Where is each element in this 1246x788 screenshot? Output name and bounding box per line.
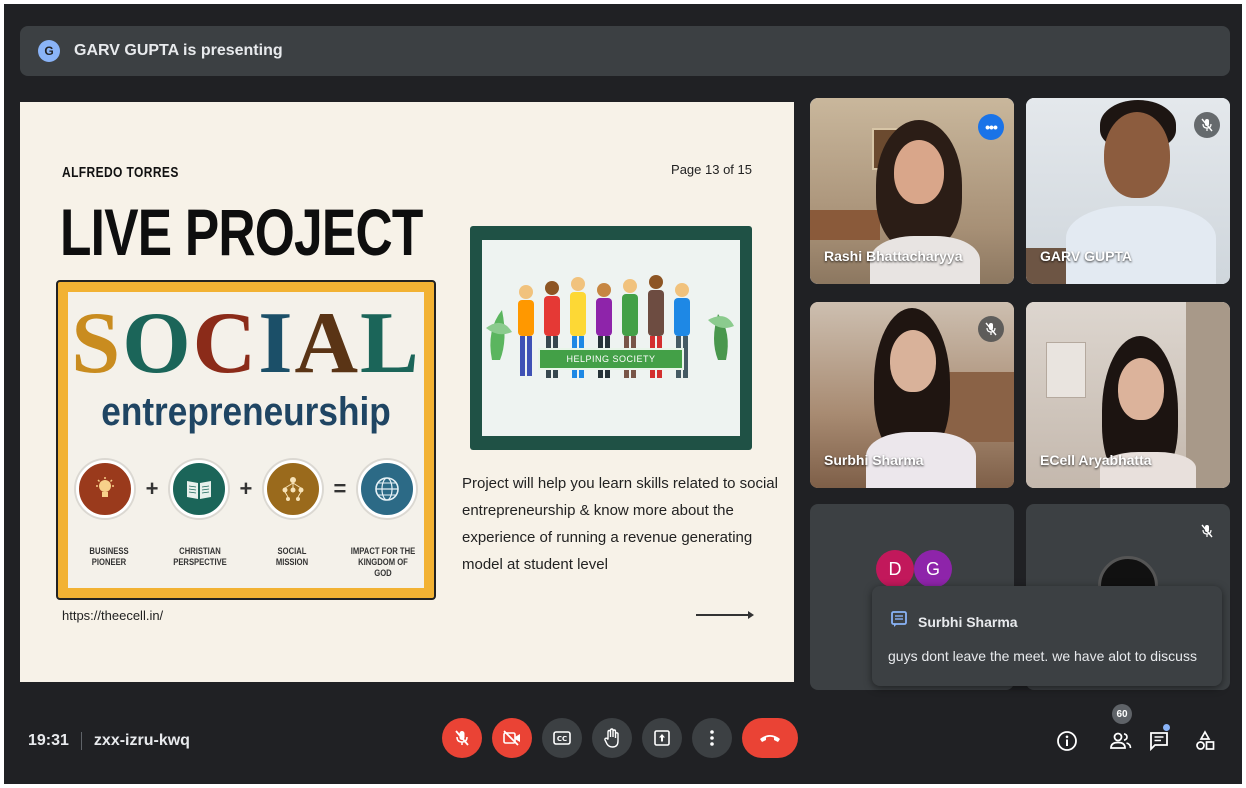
divider: [80, 732, 82, 750]
people-button[interactable]: [1108, 728, 1134, 754]
social-word: SOCIAL: [71, 295, 421, 392]
participants-count-badge: 60: [1112, 704, 1132, 724]
chat-message: guys dont leave the meet. we have alot t…: [888, 648, 1197, 664]
chat-sender: Surbhi Sharma: [918, 613, 1018, 630]
concept-labels: BUSINESS PIONEER CHRISTIAN PERSPECTIVE SOC…: [70, 546, 422, 579]
concept-label: CHRISTIAN PERSPECTIVE: [173, 546, 228, 567]
end-call-icon: [760, 735, 780, 742]
entrepreneurship-word: entrepreneurship: [101, 390, 391, 434]
slide-title: LIVE PROJECT: [60, 195, 423, 269]
presentation-slide: ALFREDO TORRES Page 13 of 15 LIVE PROJEC…: [20, 102, 794, 682]
mic-off-icon: [1194, 518, 1220, 544]
more-vert-icon: [710, 730, 714, 746]
participant-name: Surbhi Sharma: [824, 452, 924, 468]
participant-name: ECell Aryabhatta: [1040, 452, 1152, 468]
chat-icon: [1150, 732, 1168, 752]
raise-hand-button[interactable]: [592, 718, 632, 758]
mic-off-button[interactable]: [442, 718, 482, 758]
participant-tile-ecell[interactable]: ECell Aryabhatta: [1026, 302, 1230, 488]
slide-author: ALFREDO TORRES: [62, 164, 179, 181]
present-button[interactable]: [642, 718, 682, 758]
captions-icon: CC: [553, 731, 571, 745]
presenter-avatar: G: [38, 40, 60, 62]
mic-off-icon: [455, 730, 469, 746]
presenting-banner: G GARV GUPTA is presenting: [20, 26, 1230, 76]
call-controls: CC: [442, 718, 808, 758]
concept-label: SOCIAL MISSION: [275, 546, 308, 567]
camera-off-icon: [503, 730, 520, 746]
chat-message-icon: [890, 610, 908, 633]
concept-label: IMPACT FOR THE KINGDOM OF GOD: [350, 546, 416, 578]
book-icon: [169, 460, 228, 518]
avatar-g: G: [914, 550, 952, 588]
activities-button[interactable]: [1192, 728, 1218, 754]
network-icon: [263, 460, 322, 518]
participant-name: GARV GUPTA: [1040, 248, 1133, 264]
participant-name: Rashi Bhattacharyya: [824, 248, 963, 264]
people-icon: [1110, 732, 1132, 749]
slide-description: Project will help you learn skills relat…: [462, 475, 778, 573]
social-entrepreneurship-image: SOCIAL entrepreneurship + + = BUSINESS P…: [56, 280, 436, 600]
new-message-dot: [1163, 724, 1170, 731]
participant-tile-garv[interactable]: GARV GUPTA: [1026, 98, 1230, 284]
more-options-button[interactable]: [692, 718, 732, 758]
svg-text:CC: CC: [557, 735, 567, 743]
camera-off-button[interactable]: [492, 718, 532, 758]
mic-off-icon: [1194, 112, 1220, 138]
end-call-button[interactable]: [742, 718, 798, 758]
plus-sign: +: [239, 476, 253, 501]
avatar-d: D: [876, 550, 914, 588]
meeting-info-button[interactable]: [1054, 728, 1080, 754]
present-screen-icon: [654, 730, 670, 746]
participant-tile-rashi[interactable]: Rashi Bhattacharyya •••: [810, 98, 1014, 284]
activities-icon: [1196, 730, 1215, 750]
chat-notification[interactable]: Surbhi Sharma guys dont leave the meet. …: [872, 586, 1222, 686]
lightbulb-icon: [76, 460, 134, 518]
arrow-right-icon: [696, 611, 754, 619]
meet-window: G GARV GUPTA is presenting ALFREDO TORRE…: [4, 4, 1242, 784]
raise-hand-icon: [604, 728, 619, 748]
slide-url: https://theecell.in/: [62, 608, 164, 623]
captions-button[interactable]: CC: [542, 718, 582, 758]
meeting-code: zxx-izru-kwq: [93, 732, 190, 749]
info-icon: [1057, 731, 1077, 751]
crowd-illustration: [486, 275, 734, 378]
helping-society-image: HELPING SOCIETY: [470, 226, 752, 450]
slide-page-number: Page 13 of 15: [671, 162, 752, 177]
helping-society-banner: HELPING SOCIETY: [538, 348, 684, 370]
chat-button[interactable]: [1146, 728, 1172, 754]
equals-sign: =: [333, 476, 347, 501]
concept-circles: + + =: [76, 460, 416, 518]
participant-tile-surbhi[interactable]: Surbhi Sharma: [810, 302, 1014, 488]
plus-sign: +: [145, 476, 159, 501]
clock-time: 19:31: [28, 732, 69, 749]
presenting-text: GARV GUPTA is presenting: [74, 42, 283, 59]
mic-off-icon: [978, 316, 1004, 342]
more-options-icon[interactable]: •••: [978, 114, 1004, 140]
globe-icon: [357, 460, 416, 518]
meeting-details: 19:31 zxx-izru-kwq: [28, 732, 190, 750]
concept-label: BUSINESS PIONEER: [89, 546, 129, 567]
